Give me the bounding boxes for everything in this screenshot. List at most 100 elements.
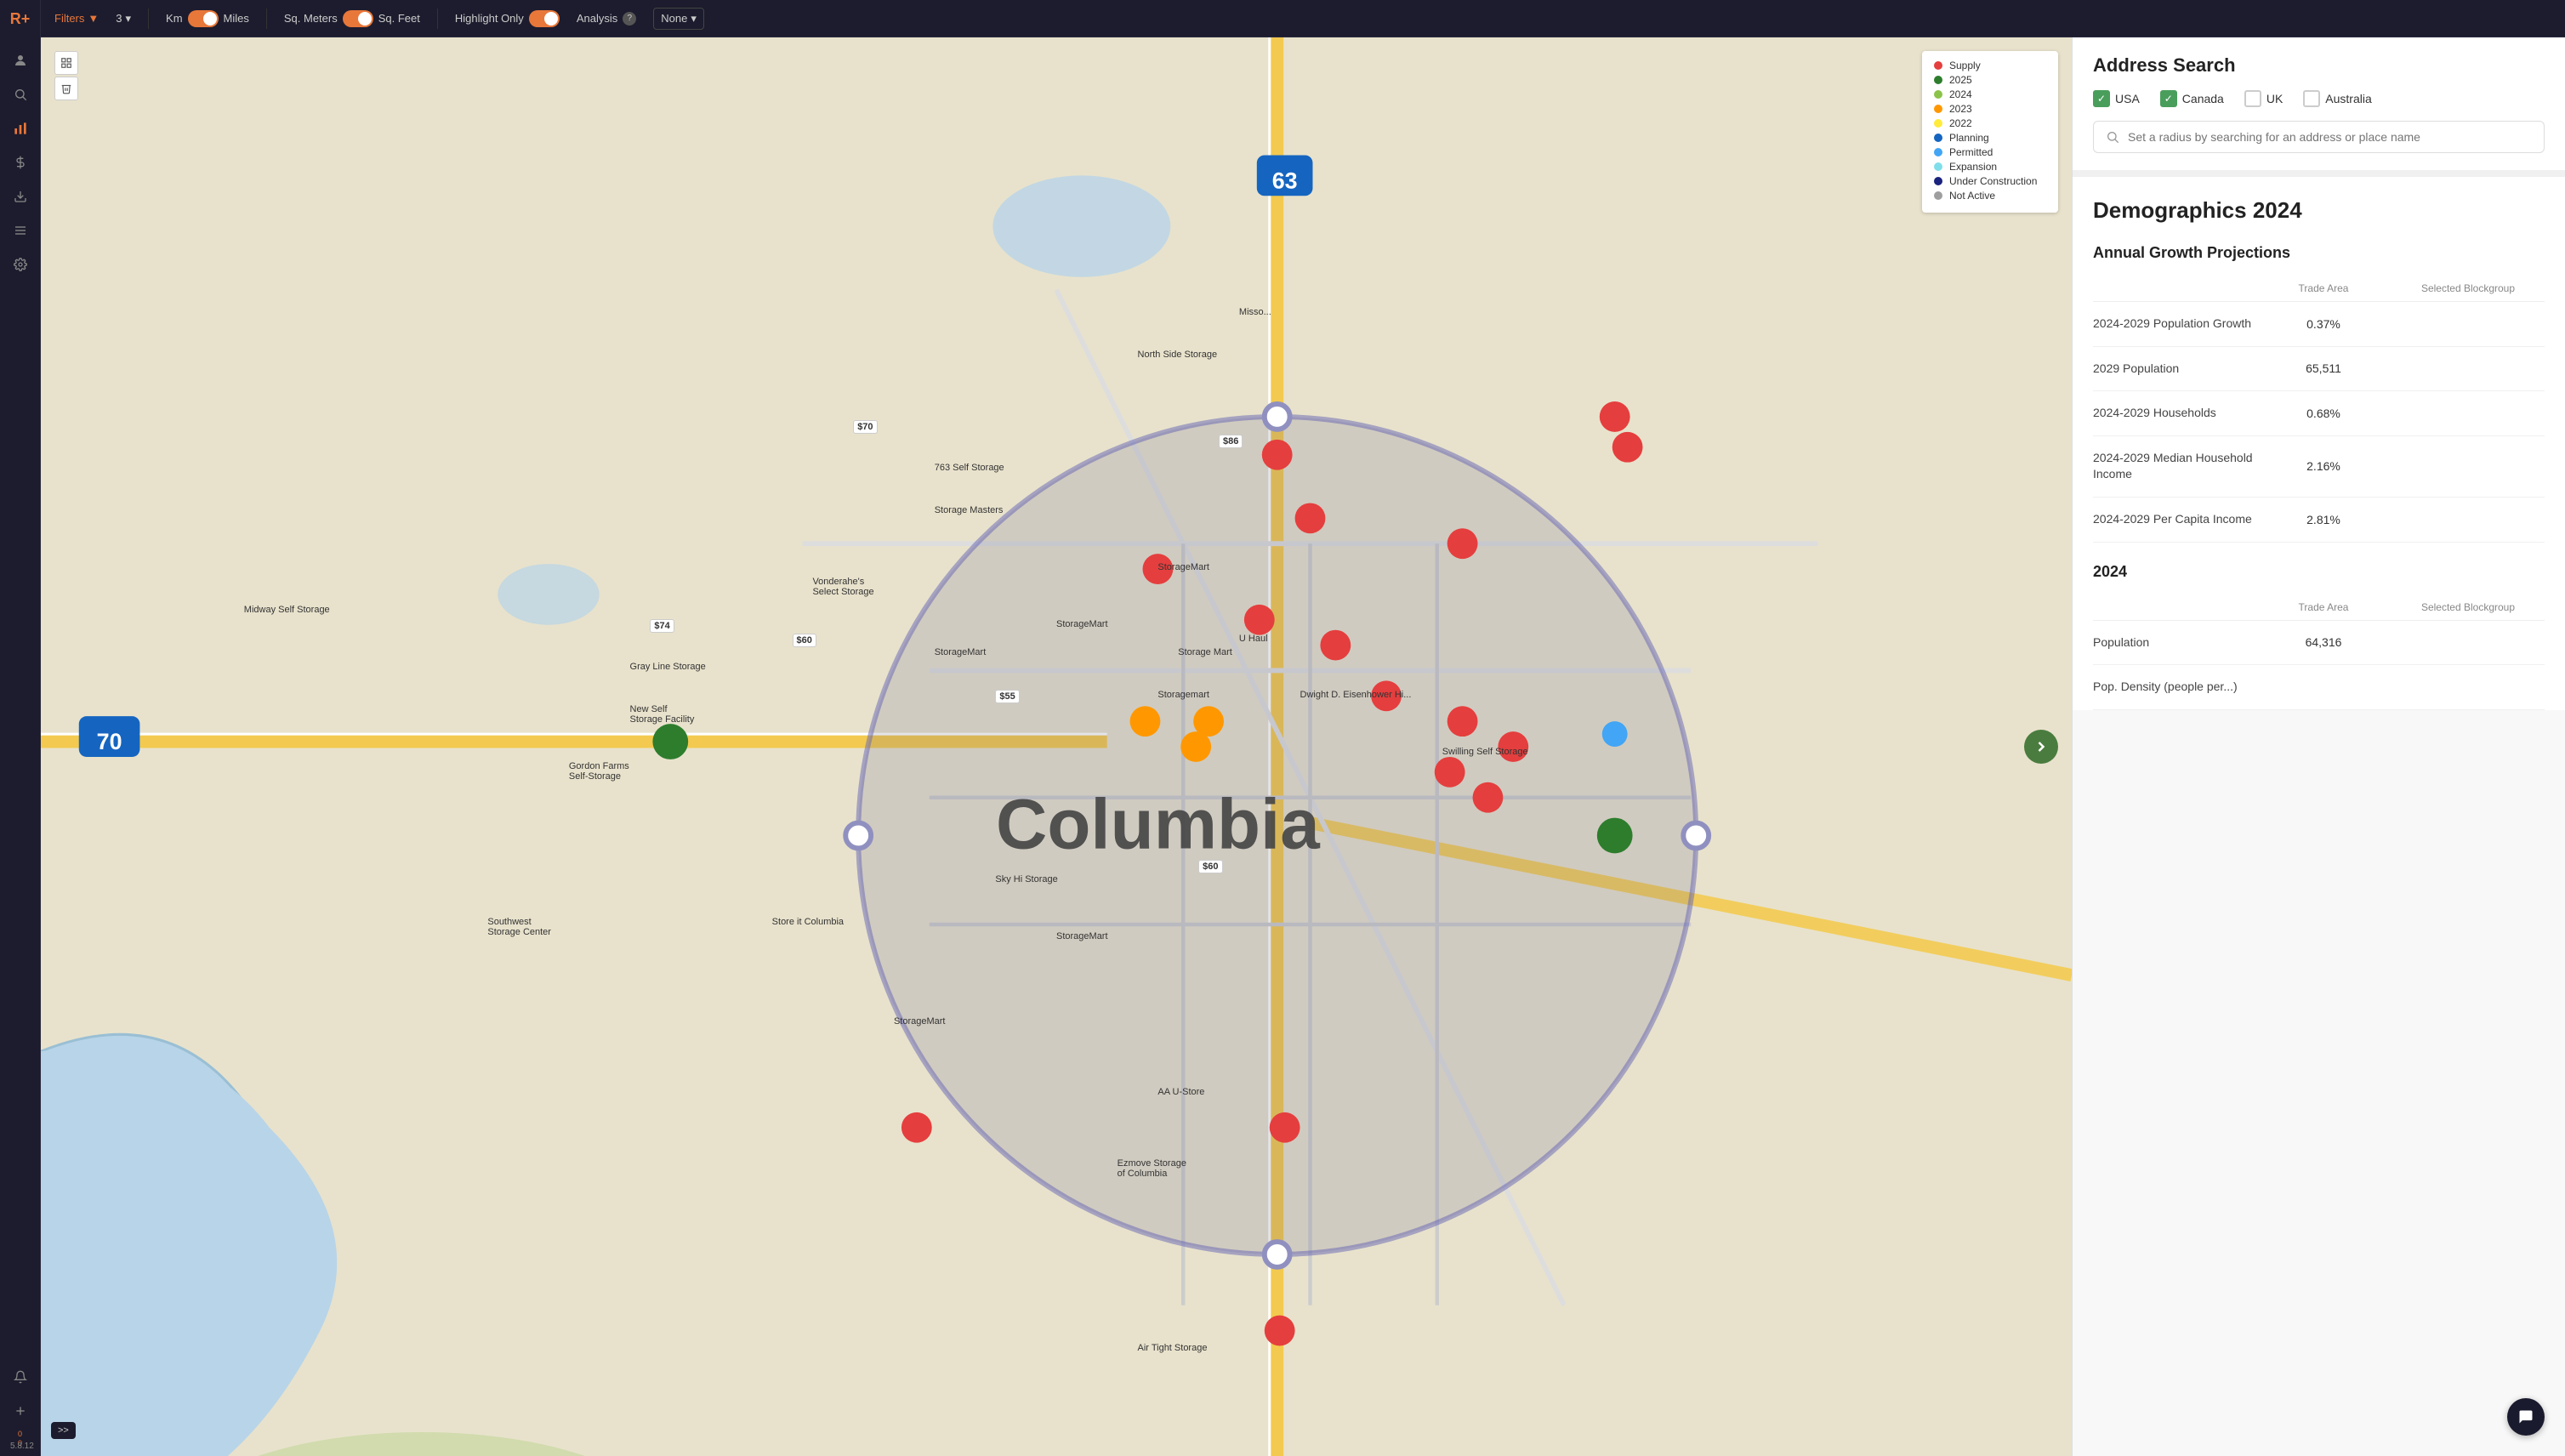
price-badge-55: $55 [995, 690, 1019, 703]
country-canada[interactable]: ✓ Canada [2160, 90, 2224, 107]
svg-text:Columbia: Columbia [996, 783, 1320, 863]
legend-item: 2025 [1934, 74, 2046, 86]
sidebar-item-user[interactable] [5, 45, 36, 76]
map-delete-btn[interactable] [54, 77, 78, 100]
km-miles-toggle-wrap: Km Miles [166, 10, 249, 27]
price-badge-86: $86 [1219, 435, 1243, 448]
highlight-toggle[interactable] [529, 10, 560, 27]
sqm-sqft-toggle[interactable] [343, 10, 373, 27]
table-row: 2029 Population 65,511 [2093, 347, 2545, 392]
country-australia[interactable]: Australia [2303, 90, 2371, 107]
legend-item: 2024 [1934, 88, 2046, 100]
analysis-info-icon[interactable]: ? [623, 12, 636, 26]
price-badge-60a: $60 [793, 634, 816, 647]
right-panel: Address Search ✓ USA ✓ Canada UK Austral… [2072, 37, 2565, 1456]
analysis-label: Analysis [577, 12, 617, 25]
legend-item: Permitted [1934, 146, 2046, 158]
sidebar-item-list[interactable] [5, 215, 36, 246]
row-label: 2024-2029 Households [2093, 405, 2255, 422]
map-label-air-tight: Air Tight Storage [1138, 1343, 1208, 1353]
sidebar-item-bell[interactable] [5, 1362, 36, 1392]
map-label-sky-hi: Sky Hi Storage [995, 874, 1057, 884]
expand-sidebar-btn[interactable]: >> [51, 1422, 76, 1439]
map-label-storage-mart: Storage Mart [1178, 647, 1232, 657]
map-label-storage-masters: Storage Masters [935, 505, 1004, 515]
address-search-section: Address Search ✓ USA ✓ Canada UK Austral… [2073, 37, 2565, 177]
sqm-sqft-toggle-wrap: Sq. Meters Sq. Feet [284, 10, 420, 27]
map-label-midway: Midway Self Storage [244, 605, 330, 615]
map-label-storagemart-3: StorageMart [1157, 562, 1209, 572]
usa-label: USA [2115, 92, 2140, 105]
legend-item: Planning [1934, 132, 2046, 144]
app-logo: R+ [7, 7, 34, 31]
uk-checkbox[interactable] [2244, 90, 2261, 107]
address-search-title: Address Search [2093, 54, 2545, 77]
map-label-storagemart-5: StorageMart [1056, 931, 1108, 941]
filter-count[interactable]: 3 ▾ [116, 12, 131, 26]
country-usa[interactable]: ✓ USA [2093, 90, 2140, 107]
sidebar-item-add[interactable] [5, 1396, 36, 1426]
row-trade-area: 2.81% [2255, 513, 2392, 526]
country-uk[interactable]: UK [2244, 90, 2283, 107]
row-label: Pop. Density (people per...) [2093, 679, 2255, 696]
row-trade-area: 64,316 [2255, 635, 2392, 649]
address-search-input[interactable] [2128, 130, 2532, 144]
chat-button[interactable] [2507, 1398, 2545, 1436]
sidebar-item-download[interactable] [5, 181, 36, 212]
map-area[interactable]: TADPOLE ISLAND Columbia [41, 37, 2072, 1456]
col-label-header [2093, 282, 2255, 294]
map-label-aa-ustore: AA U-Store [1157, 1087, 1204, 1097]
legend-item: Expansion [1934, 161, 2046, 173]
sidebar-item-search[interactable] [5, 79, 36, 110]
map-label-eisenhower: Dwight D. Eisenhower Hi... [1300, 690, 1412, 700]
search-icon [2106, 130, 2119, 144]
map-label-storagemart-6: StorageMart [894, 1016, 946, 1027]
map-controls [54, 51, 78, 100]
navigate-arrow-btn[interactable] [2024, 730, 2058, 764]
row-label: 2024-2029 Population Growth [2093, 316, 2255, 333]
row-label: 2024-2029 Per Capita Income [2093, 511, 2255, 528]
sidebar-item-dollar[interactable] [5, 147, 36, 178]
map-label-store-it: Store it Columbia [772, 917, 844, 927]
address-search-box[interactable] [2093, 121, 2545, 153]
sq-feet-label: Sq. Feet [378, 12, 420, 25]
table-row: 2024-2029 Population Growth 0.37% [2093, 302, 2545, 347]
map-label-southwest: SouthwestStorage Center [487, 917, 551, 937]
table-row: 2024-2029 Households 0.68% [2093, 391, 2545, 436]
map-label-763: 763 Self Storage [935, 463, 1004, 473]
australia-checkbox[interactable] [2303, 90, 2320, 107]
legend-items: Supply2025202420232022PlanningPermittedE… [1934, 60, 2046, 202]
filters-button[interactable]: Filters ▼ [54, 12, 99, 25]
col-label-2024 [2093, 601, 2255, 613]
map-label-storagemart-1: StorageMart [935, 647, 987, 657]
km-miles-toggle[interactable] [188, 10, 219, 27]
col-trade-area-2024: Trade Area [2255, 601, 2392, 613]
demographics-section: Demographics 2024 Annual Growth Projecti… [2073, 177, 2565, 710]
table-row: Population 64,316 [2093, 621, 2545, 666]
price-badge-70: $70 [853, 420, 877, 434]
map-label-new-self: New SelfStorage Facility [630, 704, 695, 725]
sq-meters-label: Sq. Meters [284, 12, 338, 25]
col-selected-bg-2024: Selected Blockgroup [2392, 601, 2545, 613]
svg-text:63: 63 [1272, 168, 1298, 193]
demographics-title: Demographics 2024 [2093, 197, 2545, 224]
usa-checkbox[interactable]: ✓ [2093, 90, 2110, 107]
analysis-none-select[interactable]: None ▾ [653, 8, 704, 30]
map-label-vonderahe: Vonderahe'sSelect Storage [812, 577, 873, 597]
analysis-wrap: Analysis ? [577, 12, 636, 26]
annual-growth-header: Trade Area Selected Blockgroup [2093, 276, 2545, 302]
km-label: Km [166, 12, 183, 25]
canada-checkbox[interactable]: ✓ [2160, 90, 2177, 107]
row-trade-area: 0.68% [2255, 407, 2392, 420]
sidebar-item-settings[interactable] [5, 249, 36, 280]
map-label-swilling: Swilling Self Storage [1442, 747, 1528, 757]
map-label-misso: Misso... [1239, 307, 1271, 317]
annual-growth-title: Annual Growth Projections [2093, 244, 2545, 262]
map-select-btn[interactable] [54, 51, 78, 75]
main-content: TADPOLE ISLAND Columbia [41, 37, 2565, 1456]
legend-item: 2022 [1934, 117, 2046, 129]
map-label-gray-line: Gray Line Storage [630, 662, 706, 672]
separator-2 [266, 9, 267, 29]
sidebar-item-chart[interactable] [5, 113, 36, 144]
map-label-storagemart-2: StorageMart [1056, 619, 1108, 629]
